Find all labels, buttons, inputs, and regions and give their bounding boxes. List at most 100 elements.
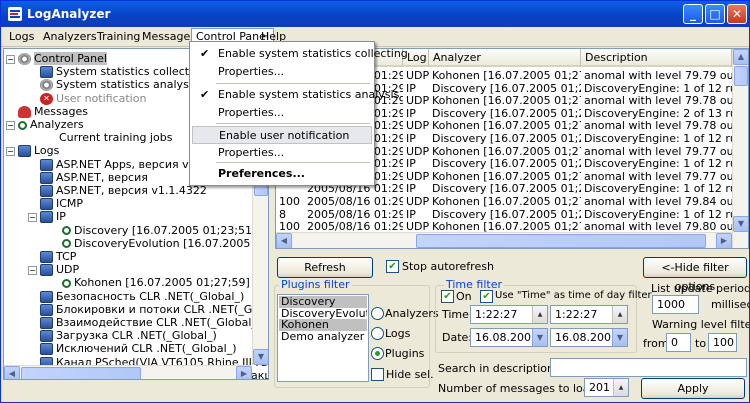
dropdown-item[interactable]: Properties... [192,63,372,81]
plugin-list-item[interactable]: DiscoveryEvolution [279,308,367,320]
scroll-down-arrow[interactable]: ▼ [253,349,268,365]
search-description-input[interactable] [550,358,747,377]
dropdown-item[interactable]: ✔ Enable system statistics analysis [192,86,399,104]
tree-node[interactable]: Kohonen [16.07.2005 01;27;59] [62,276,250,290]
dropdown-item[interactable]: Properties... [192,144,372,162]
time-filter-on-checkbox[interactable]: ✔ [441,290,454,303]
menu-logs[interactable]: Logs [5,29,38,45]
scroll-right-arrow[interactable]: ▶ [716,233,732,248]
tree-node[interactable]: ICMP [40,197,83,211]
table-cell: Kohonen [16.07.2005 01;27;59] [432,169,581,183]
tree-node[interactable]: System statistics analysis [40,78,198,92]
time-to-spinner[interactable]: ▲▼ [612,306,627,323]
date-to-dropdown-arrow[interactable]: ▼ [612,329,627,346]
tree-expander[interactable]: − [28,266,37,276]
tree-node[interactable]: Analyzers [18,118,84,132]
tree-expander[interactable]: − [28,213,37,223]
use-time-checkbox[interactable]: ✔ [480,290,493,303]
tree-node[interactable]: Исключений CLR .NET(_Global_) [40,342,236,356]
plugin-list-item[interactable]: Discovery [279,296,367,308]
hide-sel-checkbox[interactable] [371,368,384,381]
maximize-button[interactable]: □ [705,4,725,24]
analyzers-radio[interactable] [371,307,384,320]
menu-analyzers[interactable]: Analyzers [39,29,101,45]
logs-radio[interactable] [371,327,384,340]
tree-node[interactable]: Безопасность CLR .NET(_Global_) [40,290,244,304]
scroll-left-arrow[interactable]: ◀ [276,233,292,248]
grid-horizontal-scrollbar[interactable]: ◀ ▶ [276,232,732,248]
tree-node[interactable]: IP [40,210,66,224]
messages-to-load-input[interactable]: 201▲▼ [584,378,629,397]
scroll-down-arrow[interactable]: ▼ [733,216,748,232]
list-update-input[interactable]: 1000 [652,295,699,314]
date-from-input[interactable]: 16.08.2005 ▼ [470,328,548,347]
document-icon [40,251,53,263]
warning-from-input[interactable]: 0 [666,333,691,352]
document-icon [40,158,53,171]
time-from-spinner[interactable]: ▲▼ [532,306,547,323]
scroll-right-arrow[interactable]: ▶ [236,366,252,379]
scroll-left-arrow[interactable]: ◀ [4,366,20,379]
scroll-up-arrow[interactable]: ▲ [733,49,748,65]
tree-node[interactable]: ASP.NET, версия v1.1.4322 [40,184,207,198]
dropdown-item[interactable]: ✔ Enable system statistics collecting [192,45,408,63]
apply-button[interactable]: Apply [641,378,745,399]
grid-vertical-scrollbar[interactable]: ▲ ▼ [732,49,748,248]
tree-node[interactable]: TCP [40,250,76,264]
plugins-filter-legend: Plugins filter [279,278,352,291]
table-cell: anomal with level 79.77 out of 1.54 [584,169,732,183]
plugins-radio[interactable] [371,347,384,360]
plugins-listbox[interactable]: DiscoveryDiscoveryEvolutionKohonenDemo a… [277,294,369,382]
table-row[interactable]: 100 2005/08/16 01:29:45UDPKohonen [16.07.… [276,195,732,208]
dropdown-item[interactable]: Properties... [192,104,372,122]
main-window: LogAnalyzer _ □ ✕ Logs Analyzers Trainin… [0,0,750,403]
tree-node-label: Analyzers [30,118,84,131]
tree-node[interactable]: Блокировки и потоки CLR .NET(_Global_) [40,303,268,317]
tree-node[interactable]: Взаимодействие CLR .NET(_Global_) [40,316,261,330]
refresh-button[interactable]: Refresh [277,257,373,278]
date-from-dropdown-arrow[interactable]: ▼ [532,329,547,346]
plugin-list-item[interactable]: Kohonen [279,319,367,331]
hide-filter-button[interactable]: <-Hide filter options [643,257,747,293]
tree-horizontal-scrollbar[interactable]: ◀ ▶ [4,365,252,379]
grid-column-header[interactable]: Description [581,49,732,67]
time-from-value: 1:22:27 [475,308,518,321]
tree-node[interactable]: Messages [18,105,88,119]
minimize-button[interactable]: _ [683,4,703,24]
tree-expander[interactable]: − [6,55,15,64]
dropdown-item[interactable]: Preferences... [192,165,372,183]
date-label: Date: [442,331,472,344]
dropdown-item[interactable]: Enable user notification [192,126,372,144]
plugin-list-item[interactable]: Demo analyzer "Rand [279,331,367,343]
tree-node-label: Взаимодействие CLR .NET(_Global_) [56,316,262,329]
tree-node[interactable]: Загрузка CLR .NET(_Global_) [40,329,217,343]
time-from-input[interactable]: 1:22:27 ▲▼ [470,305,548,324]
tree-expander[interactable]: − [6,147,15,157]
scroll-thumb[interactable] [21,367,141,379]
tree-node[interactable]: UDP [40,263,79,277]
tree-node[interactable]: Logs [18,144,59,158]
time-to-input[interactable]: 1:22:27 ▲▼ [550,305,628,324]
table-cell: IP [406,132,416,145]
grid-column-header[interactable]: Analyzer [429,49,581,67]
table-row[interactable]: 8 2005/08/16 01:29:44IP Discovery [16.07.2… [276,208,732,221]
stop-autorefresh-checkbox[interactable]: ✔ [386,260,399,273]
menu-bar: Logs Analyzers Training Messages Control… [1,27,749,47]
tree-node[interactable]: DiscoveryEvolution [16.07.2005 01;24;11] [62,237,268,251]
date-to-input[interactable]: 16.08.2005 ▼ [550,328,628,347]
table-cell: UDP [406,119,429,133]
tree-node[interactable]: Control Panel [18,52,107,66]
menu-training[interactable]: Training [93,29,144,45]
scroll-thumb[interactable] [734,66,748,86]
messages-to-load-spinner[interactable]: ▲▼ [613,379,628,396]
tree-node[interactable]: Discovery [16.07.2005 01;23;51] [62,224,256,238]
close-button[interactable]: ✕ [727,4,747,24]
tree-node[interactable]: ASP.NET, версия [40,171,148,185]
tree-node[interactable]: Current training jobs [40,131,172,145]
tree-node[interactable]: System statistics collecting [40,65,206,79]
tree-node[interactable]: ✕ User notification [40,92,146,106]
warning-to-input[interactable]: 100 [708,333,737,352]
tree-expander[interactable]: − [6,121,15,130]
scroll-thumb[interactable] [416,234,706,248]
title-bar[interactable]: LogAnalyzer _ □ ✕ [1,1,749,27]
